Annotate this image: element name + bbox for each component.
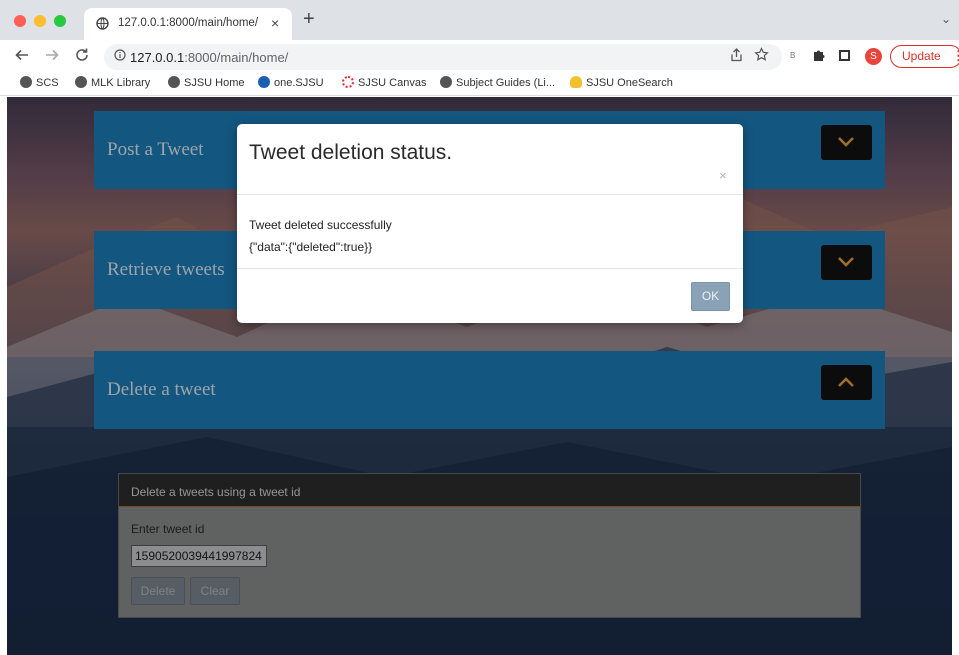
browser-tab[interactable]: 127.0.0.1:8000/main/home/ ×: [84, 8, 292, 40]
bookmark-label: SJSU Canvas: [358, 77, 427, 89]
ok-button[interactable]: OK: [691, 282, 730, 311]
tab-strip: 127.0.0.1:8000/main/home/ × + ⌄: [0, 0, 959, 40]
sjsu-icon: [258, 76, 270, 88]
status-message: Tweet deleted successfully: [249, 218, 392, 232]
star-icon[interactable]: [754, 47, 769, 66]
forward-arrow-icon[interactable]: [44, 47, 60, 67]
close-window-button[interactable]: [14, 15, 26, 27]
canvas-icon: [342, 76, 354, 88]
bookmark-label: SJSU Home: [184, 77, 245, 89]
bookmarks-bar: SCS MLK Library SJSU Home one.SJSU SJSU …: [0, 72, 959, 96]
minimize-window-button[interactable]: [34, 15, 46, 27]
maximize-window-button[interactable]: [54, 15, 66, 27]
bookmark-sjsu-onesearch[interactable]: SJSU OneSearch: [570, 76, 673, 89]
lightbulb-icon: [570, 76, 582, 88]
back-arrow-icon[interactable]: [14, 47, 30, 67]
bookmark-label: SCS: [36, 77, 59, 89]
bookmark-label: one.SJSU: [274, 77, 324, 89]
url-path: :8000/main/home/: [184, 50, 289, 65]
close-icon[interactable]: ×: [719, 168, 727, 183]
globe-icon: [75, 76, 87, 88]
tab-close-icon[interactable]: ×: [271, 15, 279, 31]
bookmark-sjsu-canvas[interactable]: SJSU Canvas: [342, 76, 426, 89]
globe-icon: [440, 76, 452, 88]
bookmark-subject-guides[interactable]: Subject Guides (Li...: [440, 76, 555, 89]
side-panel-icon[interactable]: [839, 50, 850, 61]
divider: [237, 268, 743, 269]
extensions-icon[interactable]: [812, 48, 826, 65]
divider: [237, 194, 743, 195]
globe-icon: [96, 17, 109, 35]
bookmark-scs[interactable]: SCS: [20, 76, 59, 89]
info-icon[interactable]: [114, 49, 126, 64]
bookmark-label: Subject Guides (Li...: [456, 77, 556, 89]
tab-title: 127.0.0.1:8000/main/home/: [118, 17, 259, 29]
address-bar[interactable]: 127.0.0.1:8000/main/home/: [104, 44, 782, 70]
reload-icon[interactable]: [74, 47, 90, 67]
globe-icon: [20, 76, 32, 88]
share-icon[interactable]: [730, 48, 743, 65]
tab-search-icon[interactable]: ⌄: [941, 12, 951, 26]
dialog-title: Tweet deletion status.: [249, 141, 453, 164]
status-dialog: Tweet deletion status. × Tweet deleted s…: [237, 124, 743, 323]
url-host: 127.0.0.1: [130, 50, 185, 65]
new-tab-button[interactable]: +: [303, 9, 315, 29]
bookmark-mlk-library[interactable]: MLK Library: [75, 76, 150, 89]
kebab-menu-icon[interactable]: ⋮: [952, 48, 959, 64]
url-text: 127.0.0.1:8000/main/home/: [130, 50, 288, 65]
bookmark-sjsu-home[interactable]: SJSU Home: [168, 76, 245, 89]
bookmark-label: SJSU OneSearch: [586, 77, 673, 89]
response-json: {"data":{"deleted":true}}: [249, 240, 373, 254]
update-button[interactable]: Update: [890, 45, 959, 68]
bookmark-one-sjsu[interactable]: one.SJSU: [258, 76, 324, 89]
bookmark-label: MLK Library: [91, 77, 151, 89]
extension-icon[interactable]: B: [790, 51, 795, 60]
globe-icon: [168, 76, 180, 88]
avatar[interactable]: S: [865, 48, 882, 65]
toolbar: 127.0.0.1:8000/main/home/ B S Update ⋮: [0, 40, 959, 72]
